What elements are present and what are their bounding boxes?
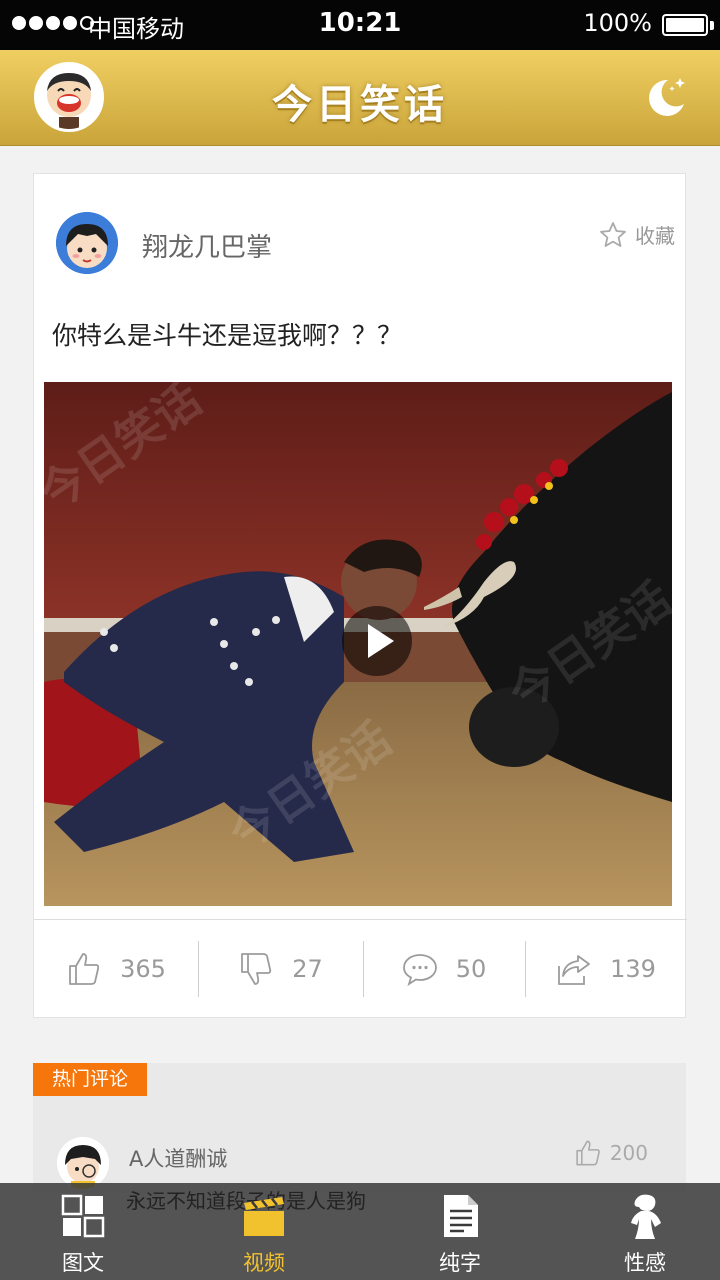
- post-text: 你特么是斗牛还是逗我啊？？？: [52, 321, 403, 350]
- moon-icon[interactable]: [642, 72, 690, 120]
- share-icon: [558, 955, 590, 985]
- app-title: 今日笑话: [272, 82, 448, 128]
- commenter-name[interactable]: A人道酬诚: [129, 1143, 227, 1173]
- favorite-label: 收藏: [635, 224, 675, 248]
- commenter-avatar-icon: [57, 1137, 109, 1189]
- tab-text-only[interactable]: 纯字: [395, 1183, 525, 1280]
- share-button[interactable]: 139: [525, 920, 687, 1018]
- dislike-button[interactable]: 27: [198, 920, 363, 1018]
- thumbs-up-icon: [69, 953, 100, 985]
- tab-label: 图文: [62, 1251, 104, 1275]
- post-actions: 365 27 50 139: [34, 920, 687, 1018]
- thumbs-up-icon: [576, 1140, 600, 1166]
- play-icon: [368, 624, 394, 658]
- clapperboard-icon: [244, 1197, 284, 1236]
- author-name[interactable]: 翔龙几巴掌: [142, 227, 272, 264]
- tab-video[interactable]: 视频: [199, 1183, 329, 1280]
- author-avatar-icon: [56, 212, 118, 274]
- grid-icon: [61, 1194, 105, 1238]
- woman-silhouette-icon: [631, 1194, 661, 1239]
- like-button[interactable]: 365: [34, 920, 198, 1018]
- star-icon: [600, 221, 626, 247]
- thumbs-down-icon: [241, 953, 272, 985]
- share-count: 139: [610, 955, 656, 983]
- comment-like-count: 200: [609, 1141, 648, 1165]
- play-button[interactable]: [342, 606, 412, 676]
- favorite-button[interactable]: 收藏: [599, 220, 675, 249]
- battery-percent: 100%: [583, 9, 652, 37]
- author-avatar[interactable]: [56, 212, 118, 274]
- status-bar: 中国移动 10:21 100%: [0, 0, 720, 50]
- tab-label: 纯字: [439, 1251, 481, 1275]
- post-card: 翔龙几巴掌 收藏 你特么是斗牛还是逗我啊？？？ 今日笑话 今日笑话 今日笑话 3…: [33, 173, 687, 1018]
- hot-comments-section: 热门评论 A人道酬诚 200: [33, 1063, 686, 1193]
- battery-icon: [662, 14, 708, 36]
- tab-label: 性感: [624, 1251, 666, 1275]
- app-header: 今日笑话: [0, 50, 720, 146]
- comment-count: 50: [455, 955, 487, 983]
- commenter-avatar[interactable]: [57, 1137, 109, 1189]
- tab-label: 视频: [243, 1251, 285, 1275]
- like-count: 365: [120, 955, 166, 983]
- comment-icon: [402, 954, 437, 986]
- hot-comments-tag: 热门评论: [33, 1063, 147, 1096]
- post-video[interactable]: 今日笑话 今日笑话 今日笑话: [44, 382, 672, 906]
- tab-sexy[interactable]: 性感: [580, 1183, 710, 1280]
- comment-button[interactable]: 50: [363, 920, 525, 1018]
- tab-image-text[interactable]: 图文: [18, 1183, 148, 1280]
- dislike-count: 27: [292, 955, 323, 983]
- document-icon: [444, 1195, 478, 1237]
- comment-like-button[interactable]: 200: [574, 1139, 648, 1167]
